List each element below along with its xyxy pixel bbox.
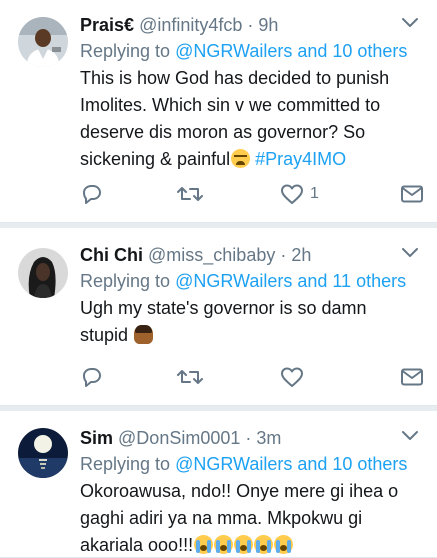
tweet-text-line: This is how God has decided to punish (80, 68, 390, 88)
tweet-header: Chi Chi @miss_chibaby · 2h (80, 242, 423, 268)
tweet-feed: Prais€ @infinity4fcb · 9h Replying to @N… (0, 0, 437, 558)
avatar[interactable] (18, 428, 68, 478)
replying-to: Replying to @NGRWailers and 10 others (80, 38, 423, 64)
separator: · (247, 15, 254, 35)
tweet-text-line: Okoroawusa, ndo!! Onye mere gi ihea o (80, 481, 399, 501)
direct-message-button[interactable] (400, 364, 424, 390)
timestamp[interactable]: 2h (291, 245, 311, 265)
separator: · (245, 428, 252, 448)
reply-button[interactable] (80, 364, 104, 390)
retweet-icon (177, 187, 203, 201)
reply-button[interactable] (80, 181, 104, 207)
tweet[interactable]: Sim @DonSim0001 · 3m Replying to @NGRWai… (0, 411, 437, 558)
tweet-text-line: sickening & painful (80, 149, 231, 169)
tweet-text-line: gaghi adiri ya na mma. Mkpokwu gi (80, 508, 363, 528)
avatar[interactable] (18, 248, 68, 298)
user-handle[interactable]: @DonSim0001 (118, 428, 240, 448)
crying-face-icon (231, 149, 251, 168)
separator: · (280, 245, 287, 265)
tweet-text: Okoroawusa, ndo!! Onye mere gi ihea o ga… (80, 478, 423, 558)
replying-mentions-link[interactable]: @NGRWailers and 10 others (175, 41, 407, 61)
tweet-text-line: Ugh my state's governor is so damn (80, 298, 367, 318)
tweet-text-line: akariala ooo!!! (80, 535, 194, 555)
tweet-text: Ugh my state's governor is so damn stupi… (80, 295, 423, 349)
loudly-crying-face-icon (194, 535, 214, 554)
avatar[interactable] (18, 17, 68, 67)
reply-icon (83, 185, 101, 204)
reply-icon (83, 368, 101, 387)
replying-to: Replying to @NGRWailers and 10 others (80, 451, 423, 477)
retweet-icon (177, 370, 203, 384)
tweet[interactable]: Prais€ @infinity4fcb · 9h Replying to @N… (0, 0, 437, 223)
timestamp[interactable]: 9h (258, 15, 278, 35)
heart-icon (281, 367, 303, 387)
heart-icon (281, 184, 303, 204)
display-name[interactable]: Chi Chi (80, 245, 143, 265)
replying-prefix: Replying to (80, 454, 176, 474)
tweet-text-line: stupid (80, 325, 129, 345)
user-handle[interactable]: @infinity4fcb (139, 15, 242, 35)
retweet-button[interactable] (176, 364, 204, 390)
replying-prefix: Replying to (80, 41, 176, 61)
tweet-header: Sim @DonSim0001 · 3m (80, 425, 423, 451)
display-name[interactable]: Sim (80, 428, 113, 448)
loudly-crying-face-icon (214, 535, 234, 554)
replying-mentions-link[interactable]: @NGRWailers and 10 others (175, 454, 407, 474)
timestamp[interactable]: 3m (256, 428, 281, 448)
direct-message-button[interactable] (400, 181, 424, 207)
chevron-down-icon[interactable] (401, 247, 419, 259)
like-count: 1 (310, 185, 319, 202)
like-button[interactable] (280, 364, 304, 390)
replying-prefix: Replying to (80, 271, 176, 291)
tweet-actions (80, 364, 423, 390)
tweet-text-line: deserve dis moron as governor? So (80, 122, 366, 142)
tweet-actions: 1 (80, 181, 423, 207)
loudly-crying-face-icon (274, 535, 294, 554)
replying-mentions-link[interactable]: @NGRWailers and 11 others (175, 271, 406, 291)
tweet[interactable]: Chi Chi @miss_chibaby · 2h Replying to @… (0, 228, 437, 406)
envelope-icon (401, 368, 423, 386)
facepalm-icon (134, 325, 154, 344)
display-name[interactable]: Prais€ (80, 15, 134, 35)
tweet-text-line: Imolites. Which sin v we committed to (80, 95, 381, 115)
tweet-text: This is how God has decided to punish Im… (80, 65, 423, 173)
replying-to: Replying to @NGRWailers and 11 others (80, 268, 423, 294)
envelope-icon (401, 185, 423, 203)
chevron-down-icon[interactable] (401, 430, 419, 442)
loudly-crying-face-icon (234, 535, 254, 554)
tweet-header: Prais€ @infinity4fcb · 9h (80, 12, 423, 38)
like-button[interactable]: 1 (280, 181, 319, 207)
loudly-crying-face-icon (254, 535, 274, 554)
hashtag-link[interactable]: #Pray4IMO (255, 149, 346, 169)
user-handle[interactable]: @miss_chibaby (148, 245, 275, 265)
chevron-down-icon[interactable] (401, 17, 419, 29)
retweet-button[interactable] (176, 181, 204, 207)
